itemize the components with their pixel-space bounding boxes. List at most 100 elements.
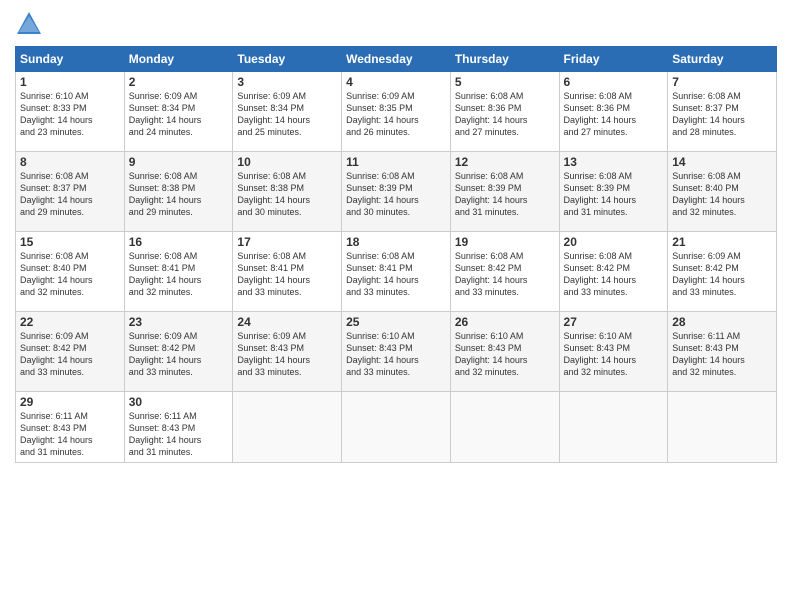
calendar-cell: 25Sunrise: 6:10 AM Sunset: 8:43 PM Dayli… (342, 312, 451, 392)
day-number: 29 (20, 395, 120, 409)
day-number: 8 (20, 155, 120, 169)
weekday-header: Monday (124, 47, 233, 72)
day-number: 4 (346, 75, 446, 89)
day-info: Sunrise: 6:08 AM Sunset: 8:38 PM Dayligh… (129, 170, 229, 219)
calendar-header-row: SundayMondayTuesdayWednesdayThursdayFrid… (16, 47, 777, 72)
day-number: 11 (346, 155, 446, 169)
day-number: 20 (564, 235, 664, 249)
day-info: Sunrise: 6:08 AM Sunset: 8:38 PM Dayligh… (237, 170, 337, 219)
day-number: 22 (20, 315, 120, 329)
calendar-cell: 10Sunrise: 6:08 AM Sunset: 8:38 PM Dayli… (233, 152, 342, 232)
calendar-cell: 22Sunrise: 6:09 AM Sunset: 8:42 PM Dayli… (16, 312, 125, 392)
day-number: 6 (564, 75, 664, 89)
day-number: 24 (237, 315, 337, 329)
calendar-cell: 19Sunrise: 6:08 AM Sunset: 8:42 PM Dayli… (450, 232, 559, 312)
day-info: Sunrise: 6:08 AM Sunset: 8:41 PM Dayligh… (237, 250, 337, 299)
day-info: Sunrise: 6:08 AM Sunset: 8:41 PM Dayligh… (129, 250, 229, 299)
day-number: 16 (129, 235, 229, 249)
calendar-cell (233, 392, 342, 463)
calendar-cell: 9Sunrise: 6:08 AM Sunset: 8:38 PM Daylig… (124, 152, 233, 232)
logo (15, 10, 45, 38)
weekday-header: Thursday (450, 47, 559, 72)
day-info: Sunrise: 6:10 AM Sunset: 8:43 PM Dayligh… (455, 330, 555, 379)
calendar-cell: 6Sunrise: 6:08 AM Sunset: 8:36 PM Daylig… (559, 72, 668, 152)
logo-icon (15, 10, 43, 38)
day-number: 17 (237, 235, 337, 249)
calendar-week-row: 1Sunrise: 6:10 AM Sunset: 8:33 PM Daylig… (16, 72, 777, 152)
day-info: Sunrise: 6:08 AM Sunset: 8:36 PM Dayligh… (564, 90, 664, 139)
day-info: Sunrise: 6:08 AM Sunset: 8:42 PM Dayligh… (564, 250, 664, 299)
calendar-week-row: 22Sunrise: 6:09 AM Sunset: 8:42 PM Dayli… (16, 312, 777, 392)
calendar-cell: 8Sunrise: 6:08 AM Sunset: 8:37 PM Daylig… (16, 152, 125, 232)
day-number: 3 (237, 75, 337, 89)
calendar-cell: 24Sunrise: 6:09 AM Sunset: 8:43 PM Dayli… (233, 312, 342, 392)
day-info: Sunrise: 6:09 AM Sunset: 8:35 PM Dayligh… (346, 90, 446, 139)
day-info: Sunrise: 6:08 AM Sunset: 8:39 PM Dayligh… (455, 170, 555, 219)
day-number: 30 (129, 395, 229, 409)
day-number: 23 (129, 315, 229, 329)
calendar-cell: 17Sunrise: 6:08 AM Sunset: 8:41 PM Dayli… (233, 232, 342, 312)
page: SundayMondayTuesdayWednesdayThursdayFrid… (0, 0, 792, 612)
day-number: 28 (672, 315, 772, 329)
day-number: 21 (672, 235, 772, 249)
day-info: Sunrise: 6:09 AM Sunset: 8:42 PM Dayligh… (129, 330, 229, 379)
calendar-cell: 21Sunrise: 6:09 AM Sunset: 8:42 PM Dayli… (668, 232, 777, 312)
day-info: Sunrise: 6:08 AM Sunset: 8:41 PM Dayligh… (346, 250, 446, 299)
day-info: Sunrise: 6:08 AM Sunset: 8:36 PM Dayligh… (455, 90, 555, 139)
calendar-cell: 11Sunrise: 6:08 AM Sunset: 8:39 PM Dayli… (342, 152, 451, 232)
day-number: 12 (455, 155, 555, 169)
calendar-cell: 13Sunrise: 6:08 AM Sunset: 8:39 PM Dayli… (559, 152, 668, 232)
day-info: Sunrise: 6:08 AM Sunset: 8:39 PM Dayligh… (346, 170, 446, 219)
day-info: Sunrise: 6:09 AM Sunset: 8:34 PM Dayligh… (237, 90, 337, 139)
day-number: 10 (237, 155, 337, 169)
calendar-cell: 28Sunrise: 6:11 AM Sunset: 8:43 PM Dayli… (668, 312, 777, 392)
header (15, 10, 777, 38)
weekday-header: Tuesday (233, 47, 342, 72)
calendar-cell (450, 392, 559, 463)
day-number: 5 (455, 75, 555, 89)
day-info: Sunrise: 6:11 AM Sunset: 8:43 PM Dayligh… (672, 330, 772, 379)
day-info: Sunrise: 6:09 AM Sunset: 8:43 PM Dayligh… (237, 330, 337, 379)
calendar-week-row: 29Sunrise: 6:11 AM Sunset: 8:43 PM Dayli… (16, 392, 777, 463)
day-info: Sunrise: 6:10 AM Sunset: 8:43 PM Dayligh… (346, 330, 446, 379)
day-info: Sunrise: 6:08 AM Sunset: 8:39 PM Dayligh… (564, 170, 664, 219)
calendar-cell: 2Sunrise: 6:09 AM Sunset: 8:34 PM Daylig… (124, 72, 233, 152)
calendar-cell (559, 392, 668, 463)
calendar-cell: 4Sunrise: 6:09 AM Sunset: 8:35 PM Daylig… (342, 72, 451, 152)
day-number: 1 (20, 75, 120, 89)
day-info: Sunrise: 6:11 AM Sunset: 8:43 PM Dayligh… (20, 410, 120, 459)
day-info: Sunrise: 6:08 AM Sunset: 8:40 PM Dayligh… (20, 250, 120, 299)
weekday-header: Wednesday (342, 47, 451, 72)
calendar-cell: 23Sunrise: 6:09 AM Sunset: 8:42 PM Dayli… (124, 312, 233, 392)
calendar-week-row: 8Sunrise: 6:08 AM Sunset: 8:37 PM Daylig… (16, 152, 777, 232)
day-number: 15 (20, 235, 120, 249)
calendar-cell: 18Sunrise: 6:08 AM Sunset: 8:41 PM Dayli… (342, 232, 451, 312)
day-info: Sunrise: 6:11 AM Sunset: 8:43 PM Dayligh… (129, 410, 229, 459)
day-number: 13 (564, 155, 664, 169)
day-info: Sunrise: 6:09 AM Sunset: 8:34 PM Dayligh… (129, 90, 229, 139)
day-number: 18 (346, 235, 446, 249)
weekday-header: Friday (559, 47, 668, 72)
day-info: Sunrise: 6:08 AM Sunset: 8:37 PM Dayligh… (20, 170, 120, 219)
day-info: Sunrise: 6:10 AM Sunset: 8:43 PM Dayligh… (564, 330, 664, 379)
calendar-cell: 26Sunrise: 6:10 AM Sunset: 8:43 PM Dayli… (450, 312, 559, 392)
day-info: Sunrise: 6:10 AM Sunset: 8:33 PM Dayligh… (20, 90, 120, 139)
calendar-cell: 15Sunrise: 6:08 AM Sunset: 8:40 PM Dayli… (16, 232, 125, 312)
calendar-cell: 1Sunrise: 6:10 AM Sunset: 8:33 PM Daylig… (16, 72, 125, 152)
calendar-cell: 7Sunrise: 6:08 AM Sunset: 8:37 PM Daylig… (668, 72, 777, 152)
calendar-cell: 27Sunrise: 6:10 AM Sunset: 8:43 PM Dayli… (559, 312, 668, 392)
calendar-cell (668, 392, 777, 463)
calendar-cell: 5Sunrise: 6:08 AM Sunset: 8:36 PM Daylig… (450, 72, 559, 152)
calendar-cell (342, 392, 451, 463)
calendar-cell: 30Sunrise: 6:11 AM Sunset: 8:43 PM Dayli… (124, 392, 233, 463)
calendar-cell: 29Sunrise: 6:11 AM Sunset: 8:43 PM Dayli… (16, 392, 125, 463)
day-info: Sunrise: 6:09 AM Sunset: 8:42 PM Dayligh… (672, 250, 772, 299)
day-number: 19 (455, 235, 555, 249)
day-info: Sunrise: 6:09 AM Sunset: 8:42 PM Dayligh… (20, 330, 120, 379)
day-info: Sunrise: 6:08 AM Sunset: 8:37 PM Dayligh… (672, 90, 772, 139)
calendar-cell: 3Sunrise: 6:09 AM Sunset: 8:34 PM Daylig… (233, 72, 342, 152)
day-number: 27 (564, 315, 664, 329)
day-number: 2 (129, 75, 229, 89)
day-number: 9 (129, 155, 229, 169)
weekday-header: Sunday (16, 47, 125, 72)
